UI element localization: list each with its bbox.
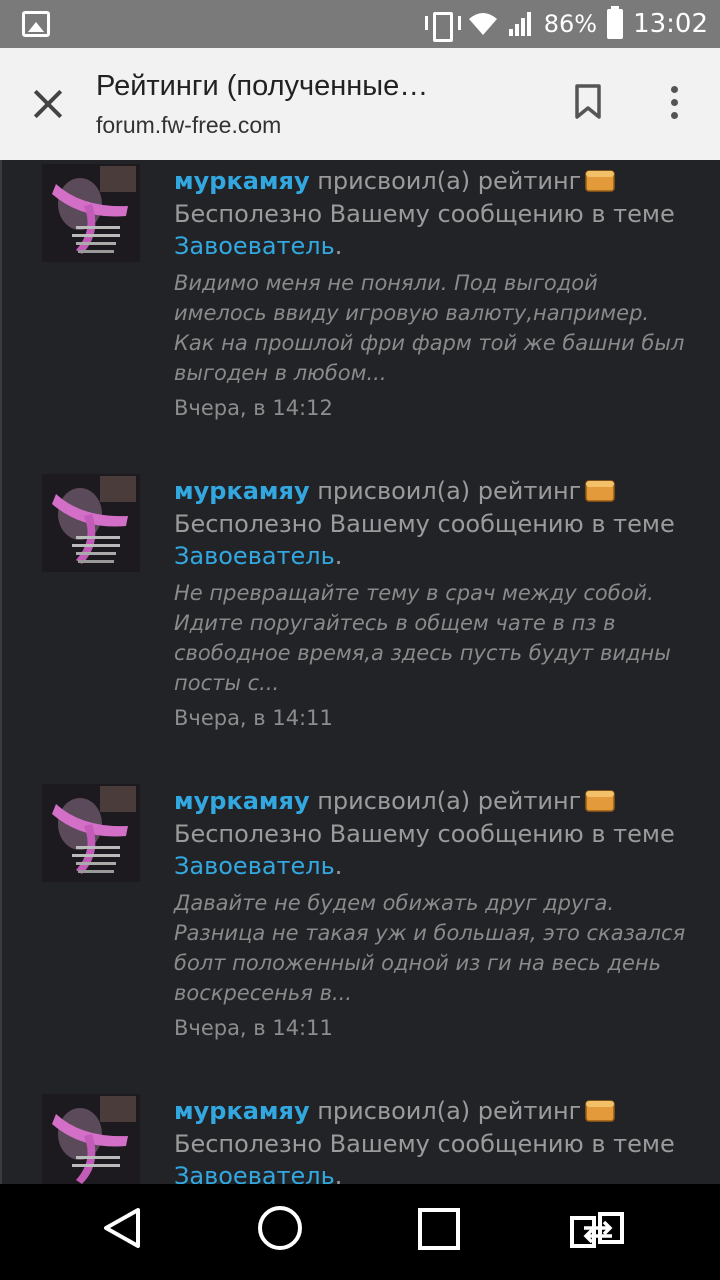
- topic-link[interactable]: Завоеватель: [174, 852, 335, 880]
- post-excerpt: Видимо меня не поняли. Под выгодой имело…: [174, 271, 685, 385]
- avatar[interactable]: [42, 474, 140, 572]
- avatar-image: [42, 474, 140, 572]
- browser-toolbar: Рейтинги (полученные… forum.fw-free.com: [0, 48, 720, 160]
- battery-percent: 86%: [543, 10, 598, 38]
- clock: 13:02: [633, 9, 708, 39]
- username-link[interactable]: муркамяу: [174, 477, 310, 505]
- topic-link[interactable]: Завоеватель: [174, 542, 335, 570]
- rating-icon: [585, 480, 616, 502]
- action-text: присвоил(а) рейтинг: [309, 787, 582, 815]
- rating-icon: [585, 170, 616, 192]
- rating-description: Бесполезно Вашему сообщению в теме: [174, 1130, 675, 1158]
- rating-description: Бесполезно Вашему сообщению в теме: [174, 510, 675, 538]
- home-icon[interactable]: [258, 1206, 302, 1250]
- topic-suffix: .: [334, 1162, 343, 1184]
- post-excerpt: Давайте не будем обижать друг друга. Раз…: [174, 891, 686, 1005]
- avatar-image: [42, 784, 140, 882]
- username-link[interactable]: муркамяу: [174, 167, 310, 195]
- timestamp: Вчера, в 14:11: [174, 1016, 333, 1040]
- action-text: присвоил(а) рейтинг: [309, 477, 582, 505]
- wifi-icon: [468, 13, 497, 35]
- topic-suffix: .: [334, 232, 343, 260]
- close-icon[interactable]: [32, 88, 64, 120]
- topic-suffix: .: [334, 542, 343, 570]
- system-nav-bar: [0, 1184, 720, 1280]
- username-link[interactable]: муркамяу: [174, 1097, 310, 1125]
- switch-app-icon[interactable]: [570, 1210, 626, 1250]
- rating-icon: [585, 1100, 616, 1122]
- avatar-image: [42, 1094, 140, 1184]
- avatar[interactable]: [42, 164, 140, 262]
- avatar-image: [42, 164, 140, 262]
- action-text: присвоил(а) рейтинг: [309, 167, 582, 195]
- rating-description: Бесполезно Вашему сообщению в теме: [174, 200, 675, 228]
- topic-link[interactable]: Завоеватель: [174, 232, 335, 260]
- timestamp: Вчера, в 14:11: [174, 706, 333, 730]
- battery-icon: [607, 6, 624, 39]
- rating-icon: [585, 790, 616, 812]
- timestamp: Вчера, в 14:12: [174, 396, 333, 420]
- ratings-list: муркамяу присвоил(а) рейтинг Бесполезно …: [0, 160, 720, 1184]
- page-url: forum.fw-free.com: [96, 112, 282, 138]
- page-title: Рейтинги (полученные…: [96, 70, 429, 102]
- recent-apps-icon[interactable]: [418, 1208, 460, 1250]
- post-excerpt: Не превращайте тему в срач между собой. …: [174, 581, 671, 695]
- status-bar: 86% 13:02: [0, 0, 720, 48]
- signal-icon: [508, 12, 531, 36]
- username-link[interactable]: муркамяу: [174, 787, 310, 815]
- vibrate-icon: [424, 10, 461, 42]
- avatar[interactable]: [42, 1094, 140, 1184]
- topic-suffix: .: [334, 852, 343, 880]
- bookmark-icon[interactable]: [574, 84, 602, 120]
- avatar[interactable]: [42, 784, 140, 882]
- topic-link[interactable]: Завоеватель: [174, 1162, 335, 1184]
- rating-description: Бесполезно Вашему сообщению в теме: [174, 820, 675, 848]
- image-notification-icon: [22, 11, 50, 37]
- more-options-icon[interactable]: [668, 86, 680, 122]
- action-text: присвоил(а) рейтинг: [309, 1097, 582, 1125]
- back-icon[interactable]: [100, 1206, 144, 1250]
